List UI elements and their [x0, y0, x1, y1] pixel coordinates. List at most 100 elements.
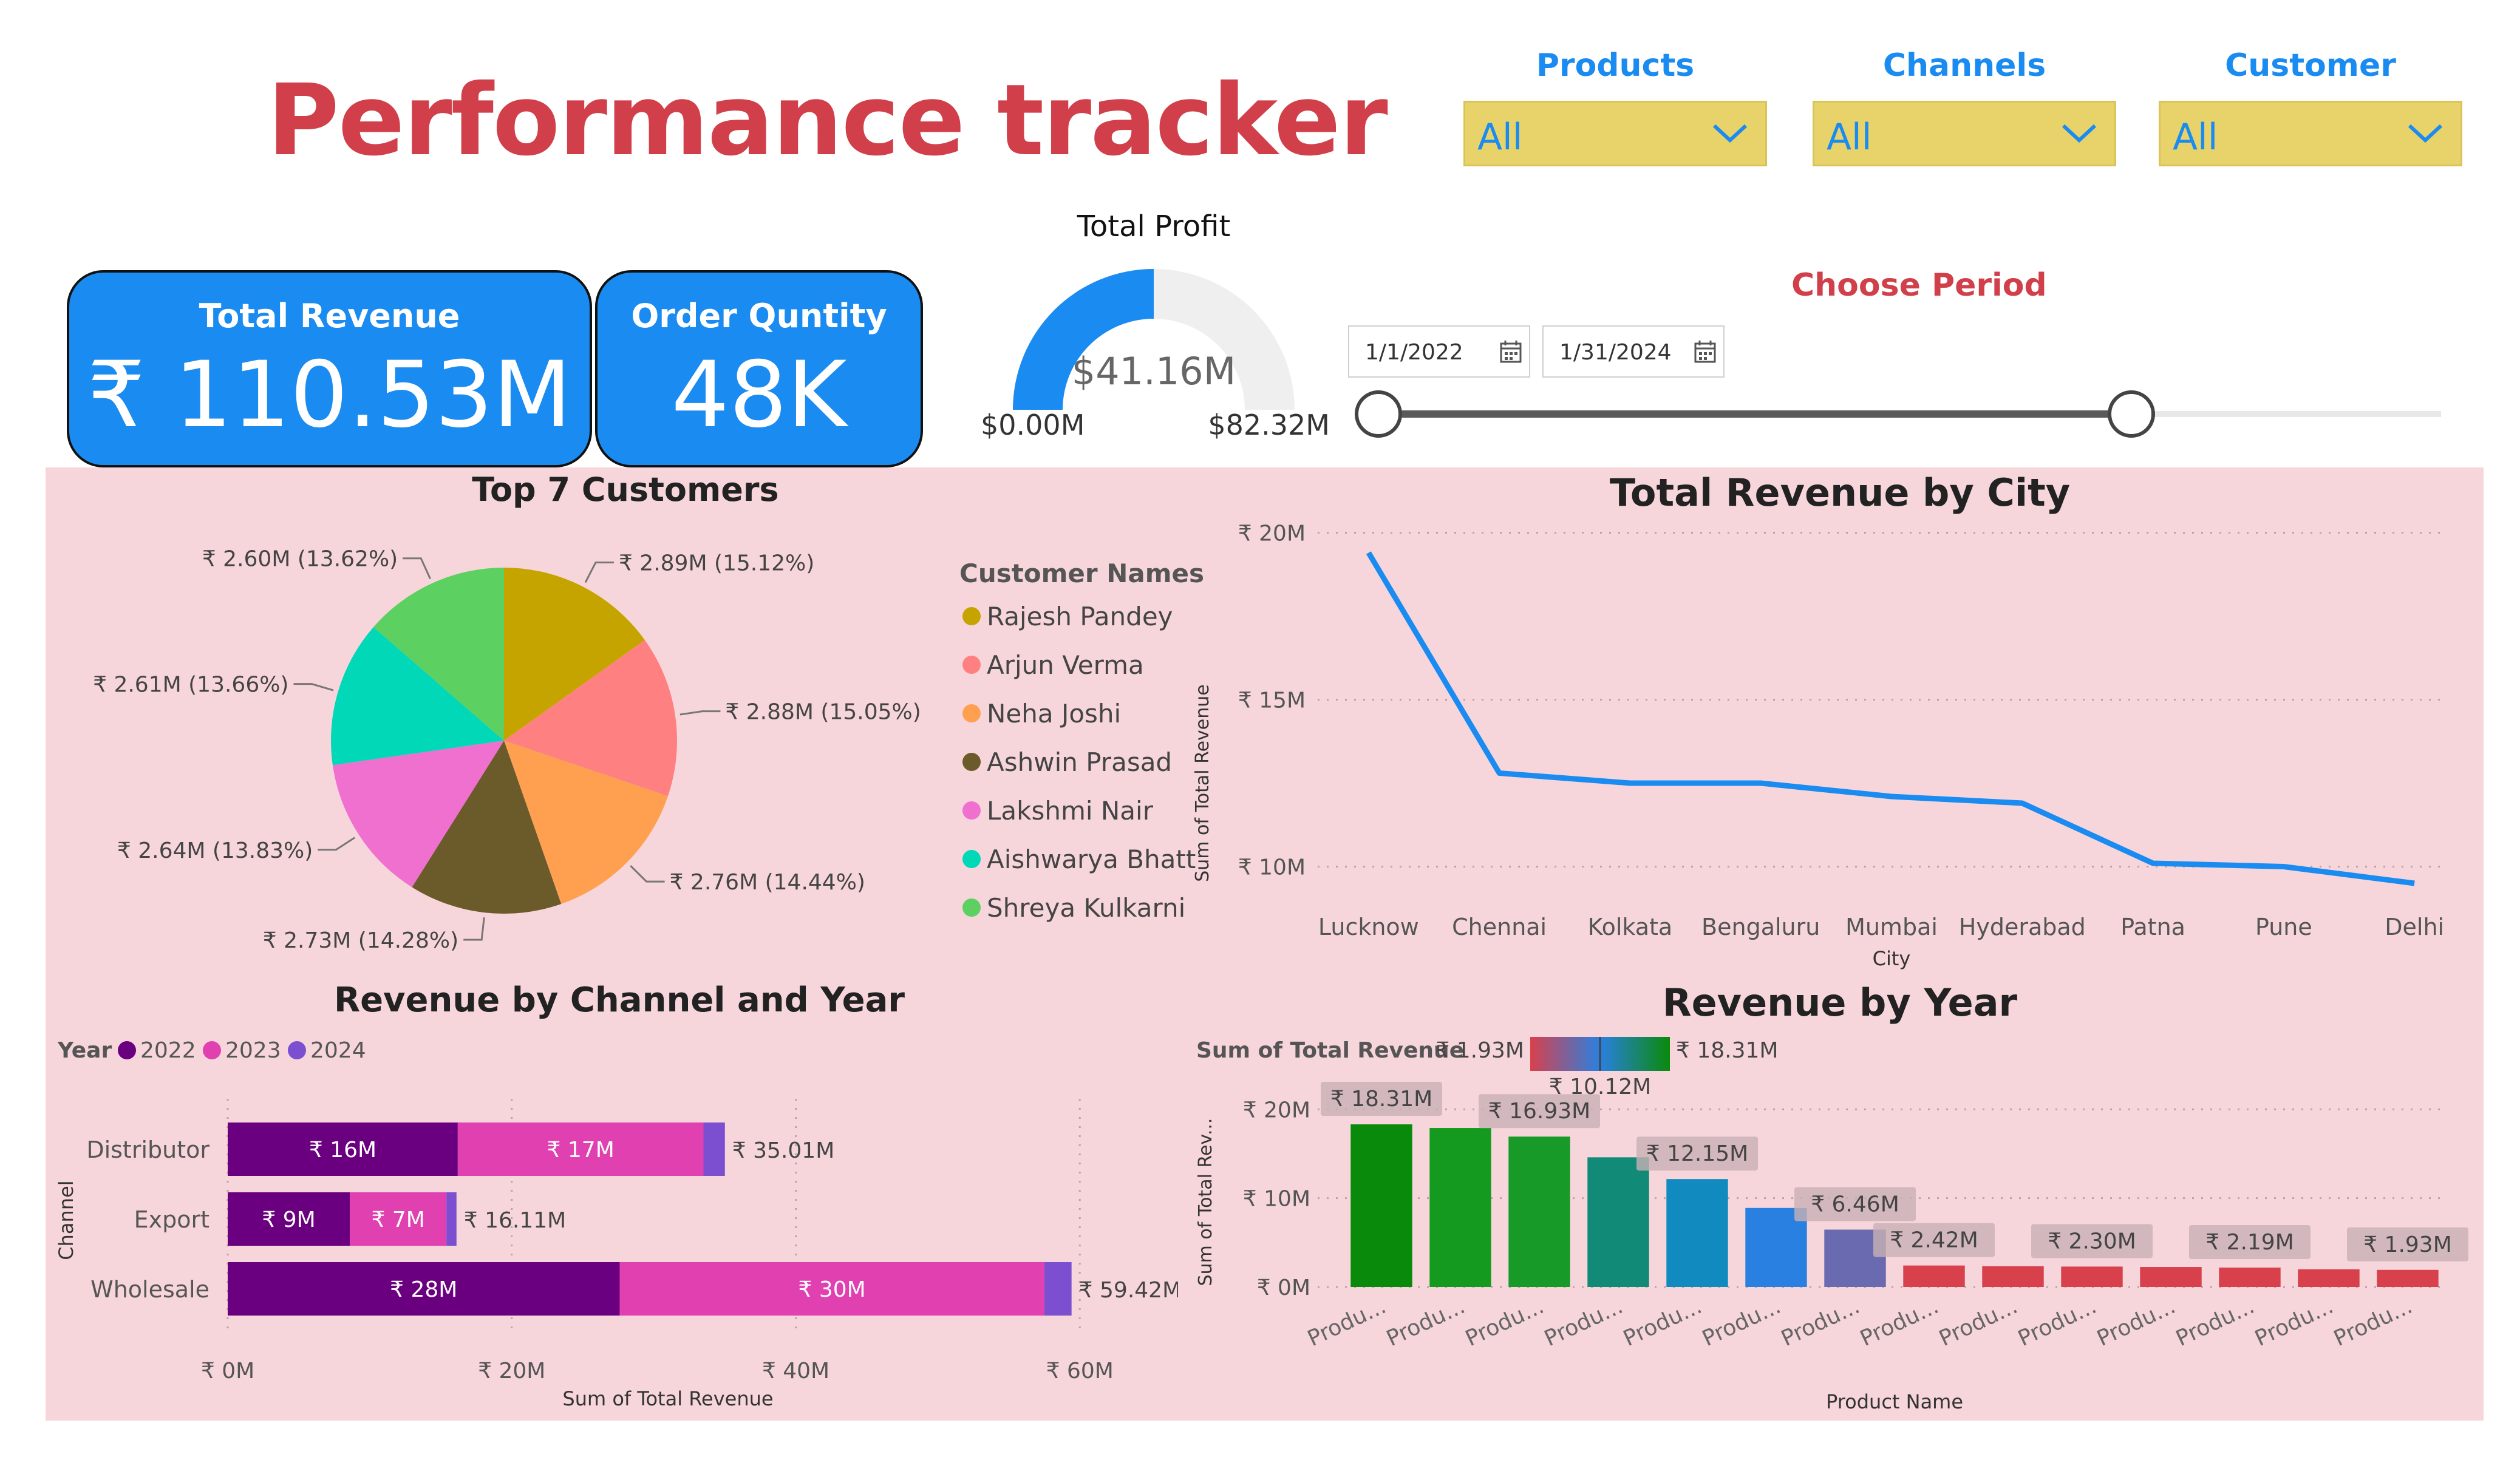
pie-legend-item[interactable]: Aishwarya Bhatt [962, 835, 1196, 883]
vbar-data-label: ₹ 16.93M [1488, 1099, 1590, 1124]
period-slider[interactable] [1342, 382, 2453, 443]
hbar-segment-label: ₹ 30M [799, 1277, 866, 1302]
vbar-data-label: ₹ 12.15M [1646, 1141, 1748, 1166]
chevron-down-icon [2062, 124, 2097, 143]
hbar-segment-label: ₹ 9M [262, 1207, 315, 1232]
hbar-legend-label: 2022 [140, 1038, 196, 1063]
hbar-legend-marker [288, 1041, 306, 1059]
hbar-segment [1044, 1262, 1072, 1316]
line-y-tick-label: ₹ 10M [1238, 855, 1306, 880]
vbar-x-tick-label: Produ... [2093, 1294, 2179, 1351]
hbar-x-tick-label: ₹ 20M [478, 1359, 545, 1384]
end-date-input[interactable]: 1/31/2024 [1542, 325, 1725, 378]
vbar-bar [1982, 1266, 2044, 1287]
hbar-legend-marker [203, 1041, 221, 1059]
hbar-legend-label: 2023 [225, 1038, 281, 1063]
pie-legend-item[interactable]: Shreya Kulkarni [962, 883, 1196, 932]
gauge-value: $41.16M [1071, 349, 1236, 393]
pie-data-label: ₹ 2.89M (15.12%) [619, 551, 814, 576]
period-title: Choose Period [1791, 267, 2047, 304]
order-quantity-value: 48K [671, 342, 847, 448]
legend-label: Shreya Kulkarni [987, 892, 1186, 923]
legend-marker [962, 656, 981, 674]
vbar-bar [1587, 1157, 1649, 1287]
line-y-axis-title: Sum of Total Revenue [1192, 684, 1213, 882]
vbar-bar [1429, 1128, 1491, 1287]
vbar-bar [1508, 1136, 1570, 1287]
legend-marker [962, 607, 981, 625]
vbar-x-axis-title: Product Name [1826, 1390, 1963, 1413]
vbar-x-tick-label: Produ... [2014, 1294, 2100, 1351]
hbar-total-label: ₹ 59.42M [1079, 1278, 1178, 1303]
vbar-bar [2140, 1267, 2202, 1287]
vbar-x-tick-label: Produ... [2172, 1294, 2258, 1351]
products-dropdown-value: All [1477, 116, 1523, 158]
order-quantity-label: Order Quntity [631, 297, 887, 335]
legend-marker [962, 898, 981, 917]
legend-label: Arjun Verma [987, 650, 1144, 680]
vbar-bar [1903, 1265, 1965, 1287]
line-x-tick-label: Bengaluru [1701, 914, 1820, 940]
end-date-value: 1/31/2024 [1559, 340, 1672, 365]
pie-legend-item[interactable]: Neha Joshi [962, 689, 1196, 738]
pie-leader-line [318, 837, 356, 851]
pie-legend-item[interactable]: Rajesh Pandey [962, 592, 1196, 640]
pie-legend-item[interactable]: Arjun Verma [962, 640, 1196, 689]
hbar-title: Revenue by Channel and Year [333, 980, 905, 1020]
pie-leader-line [463, 917, 485, 941]
chevron-down-icon [2408, 124, 2443, 143]
line-y-tick-label: ₹ 20M [1238, 521, 1306, 546]
hbar-category-label: Distributor [86, 1136, 209, 1163]
vbar-bar [2061, 1266, 2123, 1287]
legend-marker [962, 753, 981, 771]
line-title: Total Revenue by City [1609, 470, 2071, 515]
line-x-tick-label: Patna [2120, 914, 2185, 940]
products-slicer-label: Products [1536, 47, 1695, 84]
customer-dropdown[interactable]: All [2159, 101, 2462, 166]
total-revenue-value: ₹ 110.53M [87, 342, 572, 448]
vbar-x-tick-label: Produ... [1619, 1294, 1706, 1351]
hbar-y-axis-title: Channel [55, 1180, 78, 1260]
channels-dropdown[interactable]: All [1813, 101, 2116, 166]
vbar-bar [2377, 1269, 2439, 1287]
color-legend-title: Sum of Total Revenue [1196, 1038, 1464, 1063]
hbar-total-label: ₹ 16.11M [464, 1208, 566, 1233]
products-dropdown[interactable]: All [1463, 101, 1767, 166]
hbar-category-label: Export [134, 1206, 209, 1233]
pie-legend-item[interactable]: Lakshmi Nair [962, 786, 1196, 835]
line-x-tick-label: Chennai [1452, 914, 1547, 940]
start-date-input[interactable]: 1/1/2022 [1348, 325, 1530, 378]
pie-legend-title: Customer Names [959, 559, 1204, 588]
hbar-segment-label: ₹ 7M [371, 1207, 424, 1232]
vbar-x-tick-label: Produ... [1462, 1294, 1548, 1351]
line-x-axis-title: City [1873, 947, 1911, 970]
pie-leader-line [293, 683, 334, 691]
legend-label: Neha Joshi [987, 698, 1122, 728]
vbar-x-tick-label: Produ... [1383, 1294, 1469, 1351]
vbar-data-label: ₹ 2.19M [2205, 1230, 2294, 1255]
slider-start-handle[interactable] [1355, 390, 1402, 438]
yearbar-title: Revenue by Year [1662, 980, 2018, 1025]
revenue-year-bar-chart: Sum of Total Revenue₹ 1.93M ₹ 18.31M₹ 10.… [1195, 1037, 2468, 1413]
hbar-legend-title: Year [57, 1038, 112, 1063]
legend-marker [962, 704, 981, 722]
pie-legend-item[interactable]: Ashwin Prasad [962, 738, 1196, 786]
pie-data-label: ₹ 2.73M (14.28%) [263, 928, 458, 953]
line-y-tick-label: ₹ 15M [1238, 688, 1306, 713]
line-x-tick-label: Mumbai [1845, 914, 1938, 940]
gauge-max: $82.32M [1208, 409, 1330, 441]
legend-label: Rajesh Pandey [987, 601, 1173, 631]
hbar-x-tick-label: ₹ 60M [1046, 1359, 1114, 1384]
vbar-y-tick-label: ₹ 0M [1257, 1275, 1310, 1300]
pie-leader-line [679, 710, 721, 716]
vbar-x-tick-label: Produ... [1935, 1294, 2021, 1351]
gauge-min: $0.00M [981, 409, 1085, 441]
hbar-x-tick-label: ₹ 0M [201, 1359, 254, 1384]
vbar-x-tick-label: Produ... [2330, 1294, 2416, 1351]
slider-end-handle[interactable] [2108, 390, 2155, 438]
start-date-value: 1/1/2022 [1365, 340, 1463, 365]
hbar-x-axis-title: Sum of Total Revenue [562, 1387, 773, 1410]
channels-slicer-label: Channels [1882, 47, 2046, 84]
vbar-data-label: ₹ 18.31M [1330, 1087, 1432, 1112]
vbar-x-tick-label: Produ... [1698, 1294, 1785, 1351]
